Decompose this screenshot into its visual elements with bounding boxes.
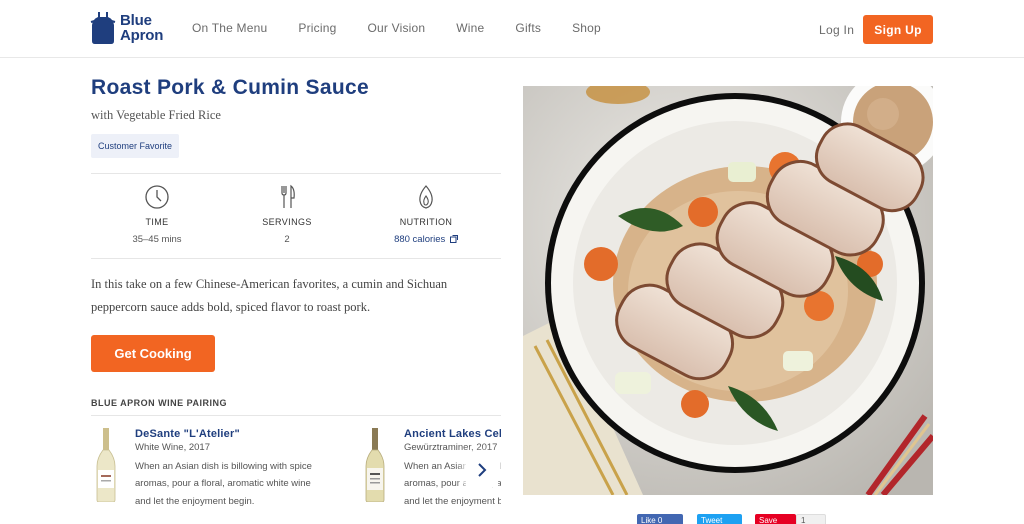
clock-icon — [145, 185, 169, 209]
social-share: Like 0 Tweet Save 1 — [637, 514, 826, 524]
divider — [91, 415, 501, 416]
logo-text: Blue Apron — [120, 13, 163, 43]
nav-shop[interactable]: Shop — [572, 21, 601, 35]
wine-description: When an Asian dish is billowing with spi… — [135, 461, 312, 507]
external-popup-icon — [449, 235, 458, 243]
carousel-next-button[interactable] — [466, 453, 498, 487]
stat-servings-label: SERVINGS — [262, 217, 312, 227]
main-nav: On The Menu Pricing Our Vision Wine Gift… — [192, 21, 632, 35]
wine-pairing-heading: BLUE APRON WINE PAIRING — [91, 398, 228, 408]
recipe-subtitle: with Vegetable Fried Rice — [91, 108, 221, 122]
wine-bottle-image — [96, 428, 116, 502]
stat-servings-value: 2 — [284, 234, 290, 245]
logo-line-2: Apron — [120, 27, 164, 44]
recipe-title: Roast Pork & Cumin Sauce — [91, 76, 369, 99]
nav-on-the-menu[interactable]: On The Menu — [192, 21, 267, 35]
blue-apron-logo[interactable]: Blue Apron — [90, 10, 170, 46]
recipe-description: In this take on a few Chinese-American f… — [91, 277, 448, 314]
wine-name[interactable]: DeSante "L'Atelier" — [135, 428, 240, 440]
fork-knife-icon — [281, 184, 295, 208]
stat-servings: SERVINGS 2 — [221, 174, 353, 260]
nav-wine[interactable]: Wine — [456, 21, 484, 35]
recipe-hero-image — [523, 86, 933, 495]
wine-card[interactable]: DeSante "L'Atelier" White Wine, 2017 Whe… — [91, 418, 351, 524]
nav-our-vision[interactable]: Our Vision — [367, 21, 425, 35]
facebook-like-button[interactable]: Like 0 — [637, 514, 683, 524]
stat-nutrition: NUTRITION 880 calories — [360, 174, 492, 260]
site-header: Blue Apron On The Menu Pricing Our Visio… — [0, 0, 1024, 58]
wine-type: Gewürztraminer, 2017 — [404, 442, 498, 453]
customer-favorite-badge: Customer Favorite — [91, 134, 180, 158]
get-cooking-button[interactable]: Get Cooking — [91, 335, 215, 372]
stat-time-label: TIME — [145, 217, 169, 227]
save-count: 1 — [796, 514, 826, 524]
wine-type: White Wine, 2017 — [135, 442, 210, 453]
like-label: Like 0 — [641, 515, 663, 524]
stat-time: TIME 35–45 mins — [91, 174, 223, 260]
save-count-value: 1 — [801, 515, 806, 524]
wine-name[interactable]: Ancient Lakes Cellars — [404, 428, 501, 440]
wine-carousel: DeSante "L'Atelier" White Wine, 2017 Whe… — [91, 418, 501, 524]
stat-nutrition-value[interactable]: 880 calories — [360, 234, 492, 245]
pinterest-save-button[interactable]: Save — [755, 514, 796, 524]
nav-gifts[interactable]: Gifts — [515, 21, 541, 35]
stat-nutrition-label: NUTRITION — [399, 217, 453, 227]
signup-button[interactable]: Sign Up — [863, 15, 933, 44]
flame-icon — [419, 185, 433, 209]
nav-pricing[interactable]: Pricing — [298, 21, 336, 35]
stat-time-value: 35–45 mins — [132, 234, 182, 245]
wine-bottle-image — [365, 428, 385, 502]
logo-line-1: Blue — [120, 12, 152, 29]
login-link[interactable]: Log In — [819, 23, 854, 37]
save-label: Save — [759, 515, 778, 524]
tweet-button[interactable]: Tweet — [697, 514, 742, 524]
calories-text[interactable]: 880 calories — [394, 234, 445, 245]
food-photo — [523, 86, 933, 495]
apron-icon — [90, 12, 116, 44]
chevron-right-icon — [478, 463, 487, 477]
recipe-stats: TIME 35–45 mins SERVINGS 2 NUTRITION 880… — [91, 173, 501, 259]
tweet-label: Tweet — [701, 515, 723, 524]
